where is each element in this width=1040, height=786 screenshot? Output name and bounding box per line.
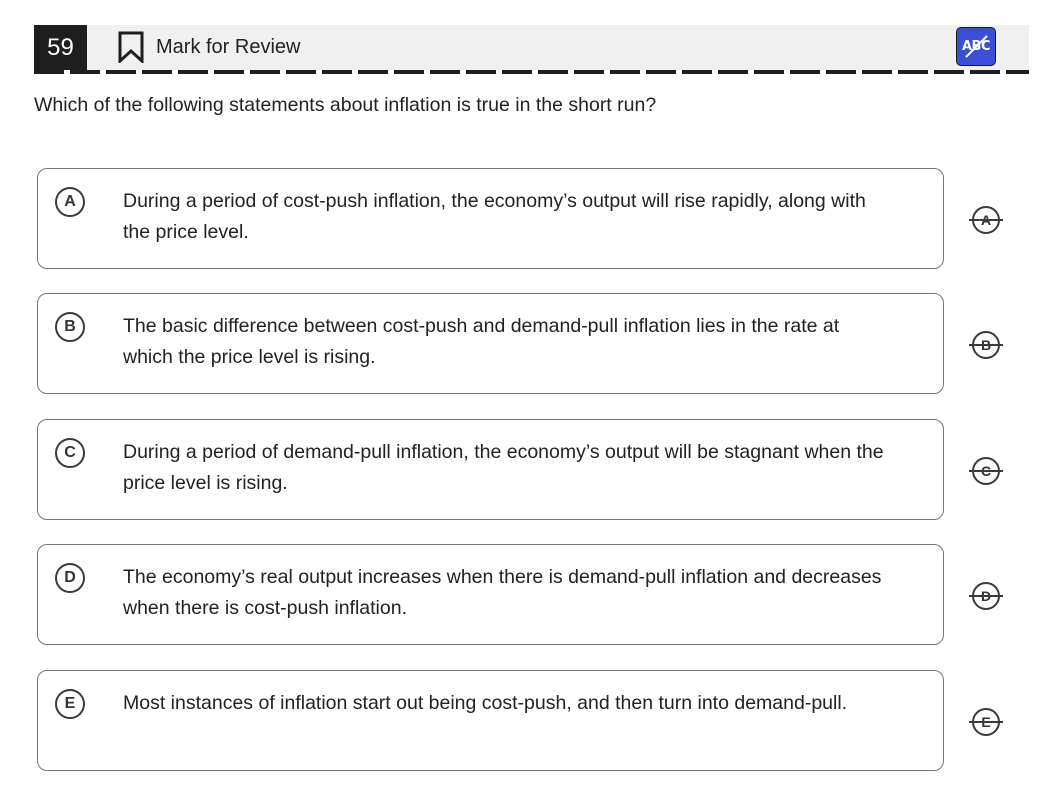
strikethrough-button-a[interactable]: A (969, 203, 1003, 237)
mark-for-review-label: Mark for Review (156, 35, 301, 58)
strikethrough-button-c[interactable]: C (969, 454, 1003, 488)
strikethrough-button-e[interactable]: E (969, 705, 1003, 739)
question-stem: Which of the following statements about … (34, 94, 657, 116)
strike-line-icon (969, 219, 1003, 221)
choice-letter-a: A (55, 187, 85, 217)
mark-for-review-button[interactable]: Mark for Review (118, 31, 300, 63)
answer-choice-e[interactable]: E Most instances of inflation start out … (37, 670, 944, 771)
strikethrough-button-b[interactable]: B (969, 328, 1003, 362)
strike-line-icon (969, 595, 1003, 597)
question-header: 59 Mark for Review ABC (34, 25, 1029, 70)
choice-row-b: B The basic difference between cost-push… (37, 293, 1027, 394)
choice-text-e: Most instances of inflation start out be… (123, 692, 848, 714)
answer-choice-b[interactable]: B The basic difference between cost-push… (37, 293, 944, 394)
choice-text-c: During a period of demand-pull inflation… (123, 441, 884, 494)
strike-line-icon (969, 344, 1003, 346)
strikethrough-slash-icon (965, 35, 988, 58)
choice-row-a: A During a period of cost-push inflation… (37, 168, 1027, 269)
strike-line-icon (969, 470, 1003, 472)
choice-letter-d: D (55, 563, 85, 593)
choice-text-b: The basic difference between cost-push a… (123, 315, 840, 368)
question-progress-dashes (34, 70, 1029, 74)
abc-strikethrough-toggle[interactable]: ABC (956, 27, 996, 66)
bookmark-icon (118, 31, 144, 63)
answer-choice-a[interactable]: A During a period of cost-push inflation… (37, 168, 944, 269)
choice-row-c: C During a period of demand-pull inflati… (37, 419, 1027, 520)
strikethrough-button-d[interactable]: D (969, 579, 1003, 613)
answer-choice-d[interactable]: D The economy’s real output increases wh… (37, 544, 944, 645)
choice-text-d: The economy’s real output increases when… (123, 566, 882, 619)
choice-letter-e: E (55, 689, 85, 719)
answer-choice-c[interactable]: C During a period of demand-pull inflati… (37, 419, 944, 520)
choice-letter-b: B (55, 312, 85, 342)
strike-line-icon (969, 721, 1003, 723)
choice-row-e: E Most instances of inflation start out … (37, 670, 1027, 771)
question-number: 59 (34, 25, 87, 70)
choice-letter-c: C (55, 438, 85, 468)
choice-text-a: During a period of cost-push inflation, … (123, 190, 866, 243)
choice-row-d: D The economy’s real output increases wh… (37, 544, 1027, 645)
